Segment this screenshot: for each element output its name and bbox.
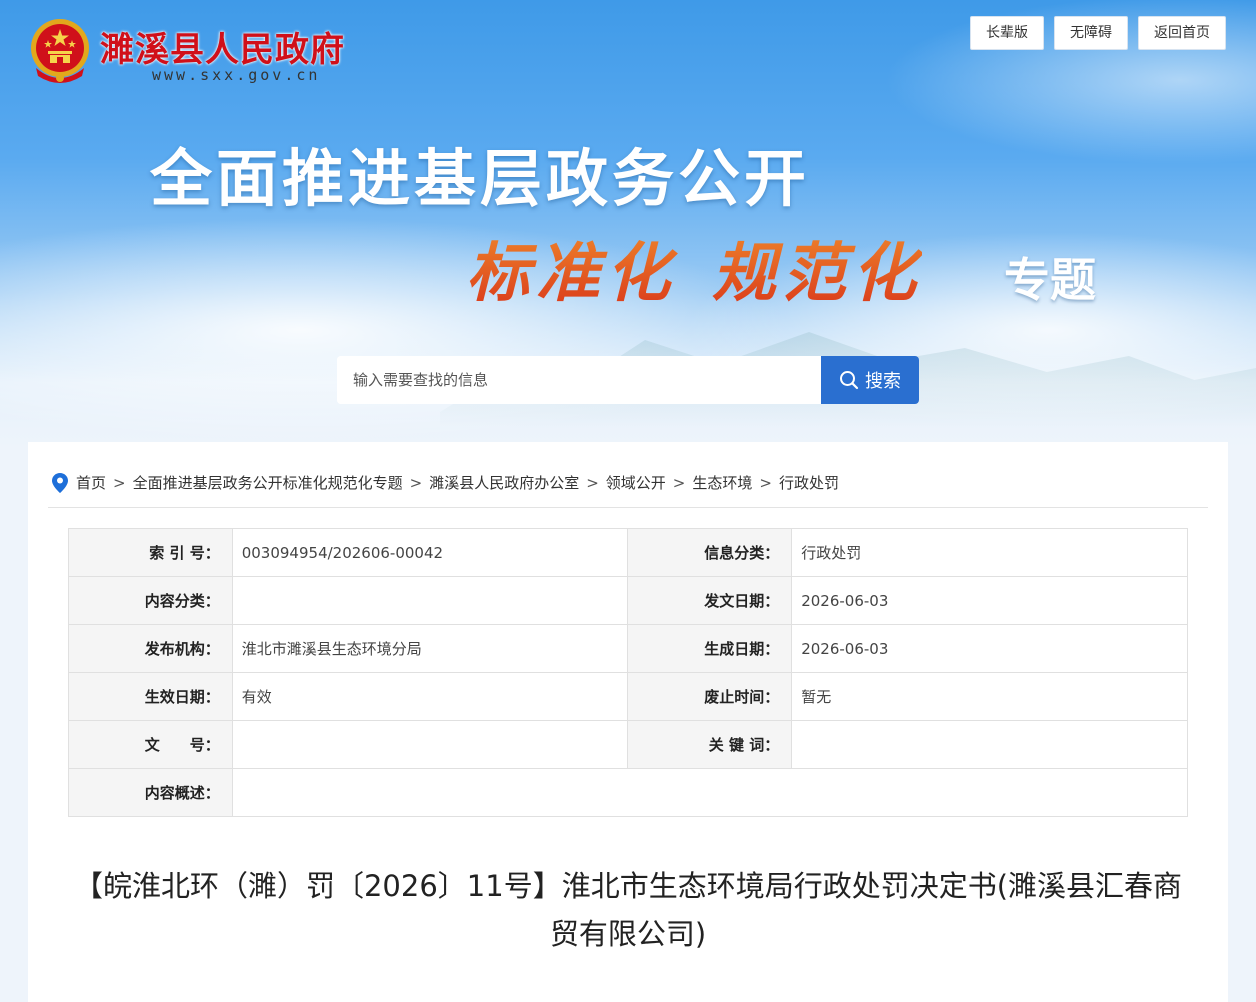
search-icon [840,371,859,390]
banner-headline: 全面推进基层政务公开 [150,142,811,215]
slogan-standardization: 标准化 [466,236,676,311]
table-row: 发布机构： 淮北市濉溪县生态环境分局 生成日期： 2026-06-03 [68,624,1188,673]
breadcrumb-separator: > [586,473,599,492]
index-no-value: 003094954/202606-00042 [231,528,629,577]
publisher-label: 发布机构： [68,624,233,673]
breadcrumb-separator: > [759,473,772,492]
keywords-label: 关 键 词： [627,720,793,769]
breadcrumb-penalty[interactable]: 行政处罚 [779,472,839,493]
content-category-label: 内容分类： [68,576,233,625]
repeal-label: 废止时间： [627,672,793,721]
top-links: 长辈版 无障碍 返回首页 [970,16,1226,50]
slogan-suffix: 专题 [1004,253,1096,307]
back-home-button[interactable]: 返回首页 [1138,16,1226,50]
issue-date-label: 发文日期： [627,576,793,625]
breadcrumb-home[interactable]: 首页 [76,472,106,493]
breadcrumb-domain-disclosure[interactable]: 领域公开 [606,472,666,493]
generated-date-value: 2026-06-03 [791,624,1188,673]
generated-date-label: 生成日期： [627,624,793,673]
table-row: 内容概述： [68,768,1189,817]
search-input[interactable] [337,356,821,404]
content-panel: 首页 > 全面推进基层政务公开标准化规范化专题 > 濉溪县人民政府办公室 > 领… [28,442,1228,1002]
table-row: 文 号： 关 键 词： [68,720,1188,769]
site-url: www.sxx.gov.cn [152,66,321,84]
header-banner: 濉溪县人民政府 www.sxx.gov.cn 长辈版 无障碍 返回首页 全面推进… [0,0,1256,450]
search-button-label: 搜索 [865,371,901,392]
summary-label: 内容概述： [68,768,233,817]
doc-no-value [231,720,629,769]
index-no-label: 索 引 号： [68,528,233,577]
breadcrumb-office[interactable]: 濉溪县人民政府办公室 [429,472,579,493]
accessibility-button[interactable]: 无障碍 [1054,16,1128,50]
location-pin-icon [52,472,68,493]
repeal-value: 暂无 [791,672,1188,721]
search-bar: 搜索 [337,356,919,404]
content-category-value [231,576,629,625]
national-emblem-icon [31,19,89,83]
document-title: 【皖淮北环（濉）罚〔2026〕11号】淮北市生态环境局行政处罚决定书(濉溪县汇春… [73,869,1183,951]
breadcrumb-separator: > [113,473,126,492]
banner-slogan: 标准化 规范化 [466,222,922,314]
breadcrumb-divider [48,507,1208,508]
table-row: 内容分类： 发文日期： 2026-06-03 [68,576,1188,625]
breadcrumb-special-topic[interactable]: 全面推进基层政务公开标准化规范化专题 [133,472,403,493]
breadcrumb-separator: > [672,473,686,492]
document-metadata-table: 索 引 号： 003094954/202606-00042 信息分类： 行政处罚… [68,528,1189,817]
summary-value [231,768,1189,817]
table-row: 生效日期： 有效 废止时间： 暂无 [68,672,1188,721]
elder-mode-button[interactable]: 长辈版 [970,16,1044,50]
breadcrumb-separator: > [409,473,423,492]
site-name: 濉溪县人民政府 [100,30,345,70]
publisher-value: 淮北市濉溪县生态环境分局 [231,624,629,673]
breadcrumb: 首页 > 全面推进基层政务公开标准化规范化专题 > 濉溪县人民政府办公室 > 领… [52,472,839,493]
keywords-value [791,720,1188,769]
breadcrumb-ecology[interactable]: 生态环境 [692,472,752,493]
effective-label: 生效日期： [68,672,233,721]
table-row: 索 引 号： 003094954/202606-00042 信息分类： 行政处罚 [68,528,1188,577]
info-category-value: 行政处罚 [791,528,1188,577]
search-button[interactable]: 搜索 [821,356,919,404]
issue-date-value: 2026-06-03 [791,576,1188,625]
doc-no-label: 文 号： [68,720,233,769]
info-category-label: 信息分类： [627,528,793,577]
slogan-normalization: 规范化 [712,236,922,311]
effective-value: 有效 [231,672,629,721]
